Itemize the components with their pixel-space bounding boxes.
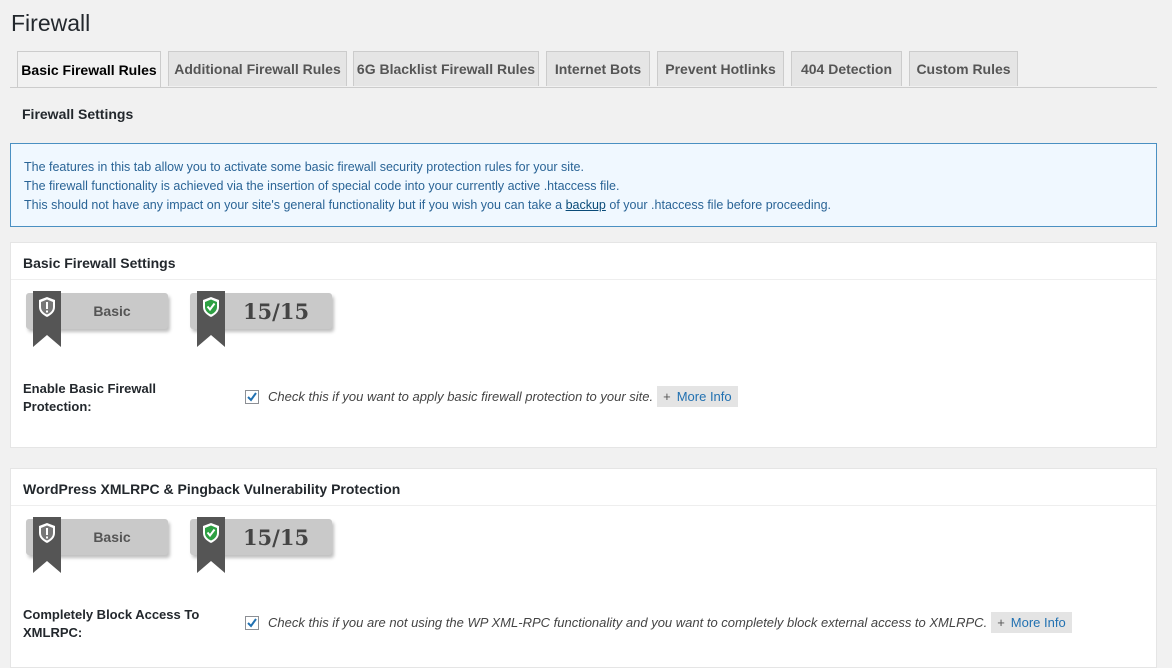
option-row: Check this if you are not using the WP X… (245, 612, 1072, 633)
score-badge-label: 15/15 (242, 298, 310, 324)
tab-custom-rules[interactable]: Custom Rules (909, 51, 1018, 86)
tab-bar: Basic Firewall Rules Additional Firewall… (10, 51, 1157, 88)
level-badge: Basic (26, 291, 168, 347)
section-subtitle: Firewall Settings (22, 106, 134, 122)
backup-link[interactable]: backup (566, 198, 606, 212)
checkmark-icon (247, 391, 257, 402)
info-notice: The features in this tab allow you to ac… (10, 143, 1157, 227)
tab-prevent-hotlinks[interactable]: Prevent Hotlinks (657, 51, 784, 86)
more-info-button[interactable]: + More Info (657, 386, 738, 407)
level-badge: Basic (26, 517, 168, 573)
notice-text: This should not have any impact on your … (24, 198, 566, 212)
shield-icon (33, 291, 61, 347)
shield-check-icon (197, 291, 225, 347)
level-badge-label: Basic (93, 303, 131, 319)
plus-icon: + (997, 615, 1005, 630)
more-info-label: More Info (676, 389, 732, 404)
shield-check-icon (197, 517, 225, 573)
option-description: Check this if you want to apply basic fi… (268, 389, 654, 404)
notice-text: of your .htaccess file before proceeding… (605, 198, 832, 212)
option-label: Enable Basic Firewall Protection: (23, 381, 156, 414)
box-title: WordPress XMLRPC & Pingback Vulnerabilit… (11, 469, 1156, 506)
option-row: Check this if you want to apply basic fi… (245, 386, 738, 407)
tab-6g-blacklist-firewall-rules[interactable]: 6G Blacklist Firewall Rules (353, 51, 539, 86)
basic-firewall-settings-box: Basic Firewall Settings Basic 15/15 Enab… (10, 242, 1157, 448)
xmlrpc-protection-box: WordPress XMLRPC & Pingback Vulnerabilit… (10, 468, 1157, 668)
page-title: Firewall (11, 10, 91, 36)
notice-line-2: The firewall functionality is achieved v… (24, 179, 620, 193)
option-description: Check this if you are not using the WP X… (268, 615, 988, 630)
notice-line-1: The features in this tab allow you to ac… (24, 160, 584, 174)
tab-basic-firewall-rules[interactable]: Basic Firewall Rules (17, 51, 161, 87)
tab-additional-firewall-rules[interactable]: Additional Firewall Rules (168, 51, 347, 86)
score-badge-label: 15/15 (242, 524, 310, 550)
checkmark-icon (247, 617, 257, 628)
more-info-label: More Info (1010, 615, 1066, 630)
block-xmlrpc-checkbox[interactable] (245, 615, 259, 630)
tab-internet-bots[interactable]: Internet Bots (546, 51, 650, 86)
level-badge-label: Basic (93, 529, 131, 545)
score-badge: 15/15 (190, 291, 332, 347)
notice-line-3: This should not have any impact on your … (24, 196, 1143, 215)
box-title: Basic Firewall Settings (11, 243, 1156, 280)
shield-icon (33, 517, 61, 573)
more-info-button[interactable]: + More Info (991, 612, 1072, 633)
option-label: Completely Block Access To XMLRPC: (23, 607, 200, 640)
score-badge: 15/15 (190, 517, 332, 573)
tab-404-detection[interactable]: 404 Detection (791, 51, 902, 86)
enable-basic-firewall-checkbox[interactable] (245, 389, 259, 404)
plus-icon: + (663, 389, 671, 404)
